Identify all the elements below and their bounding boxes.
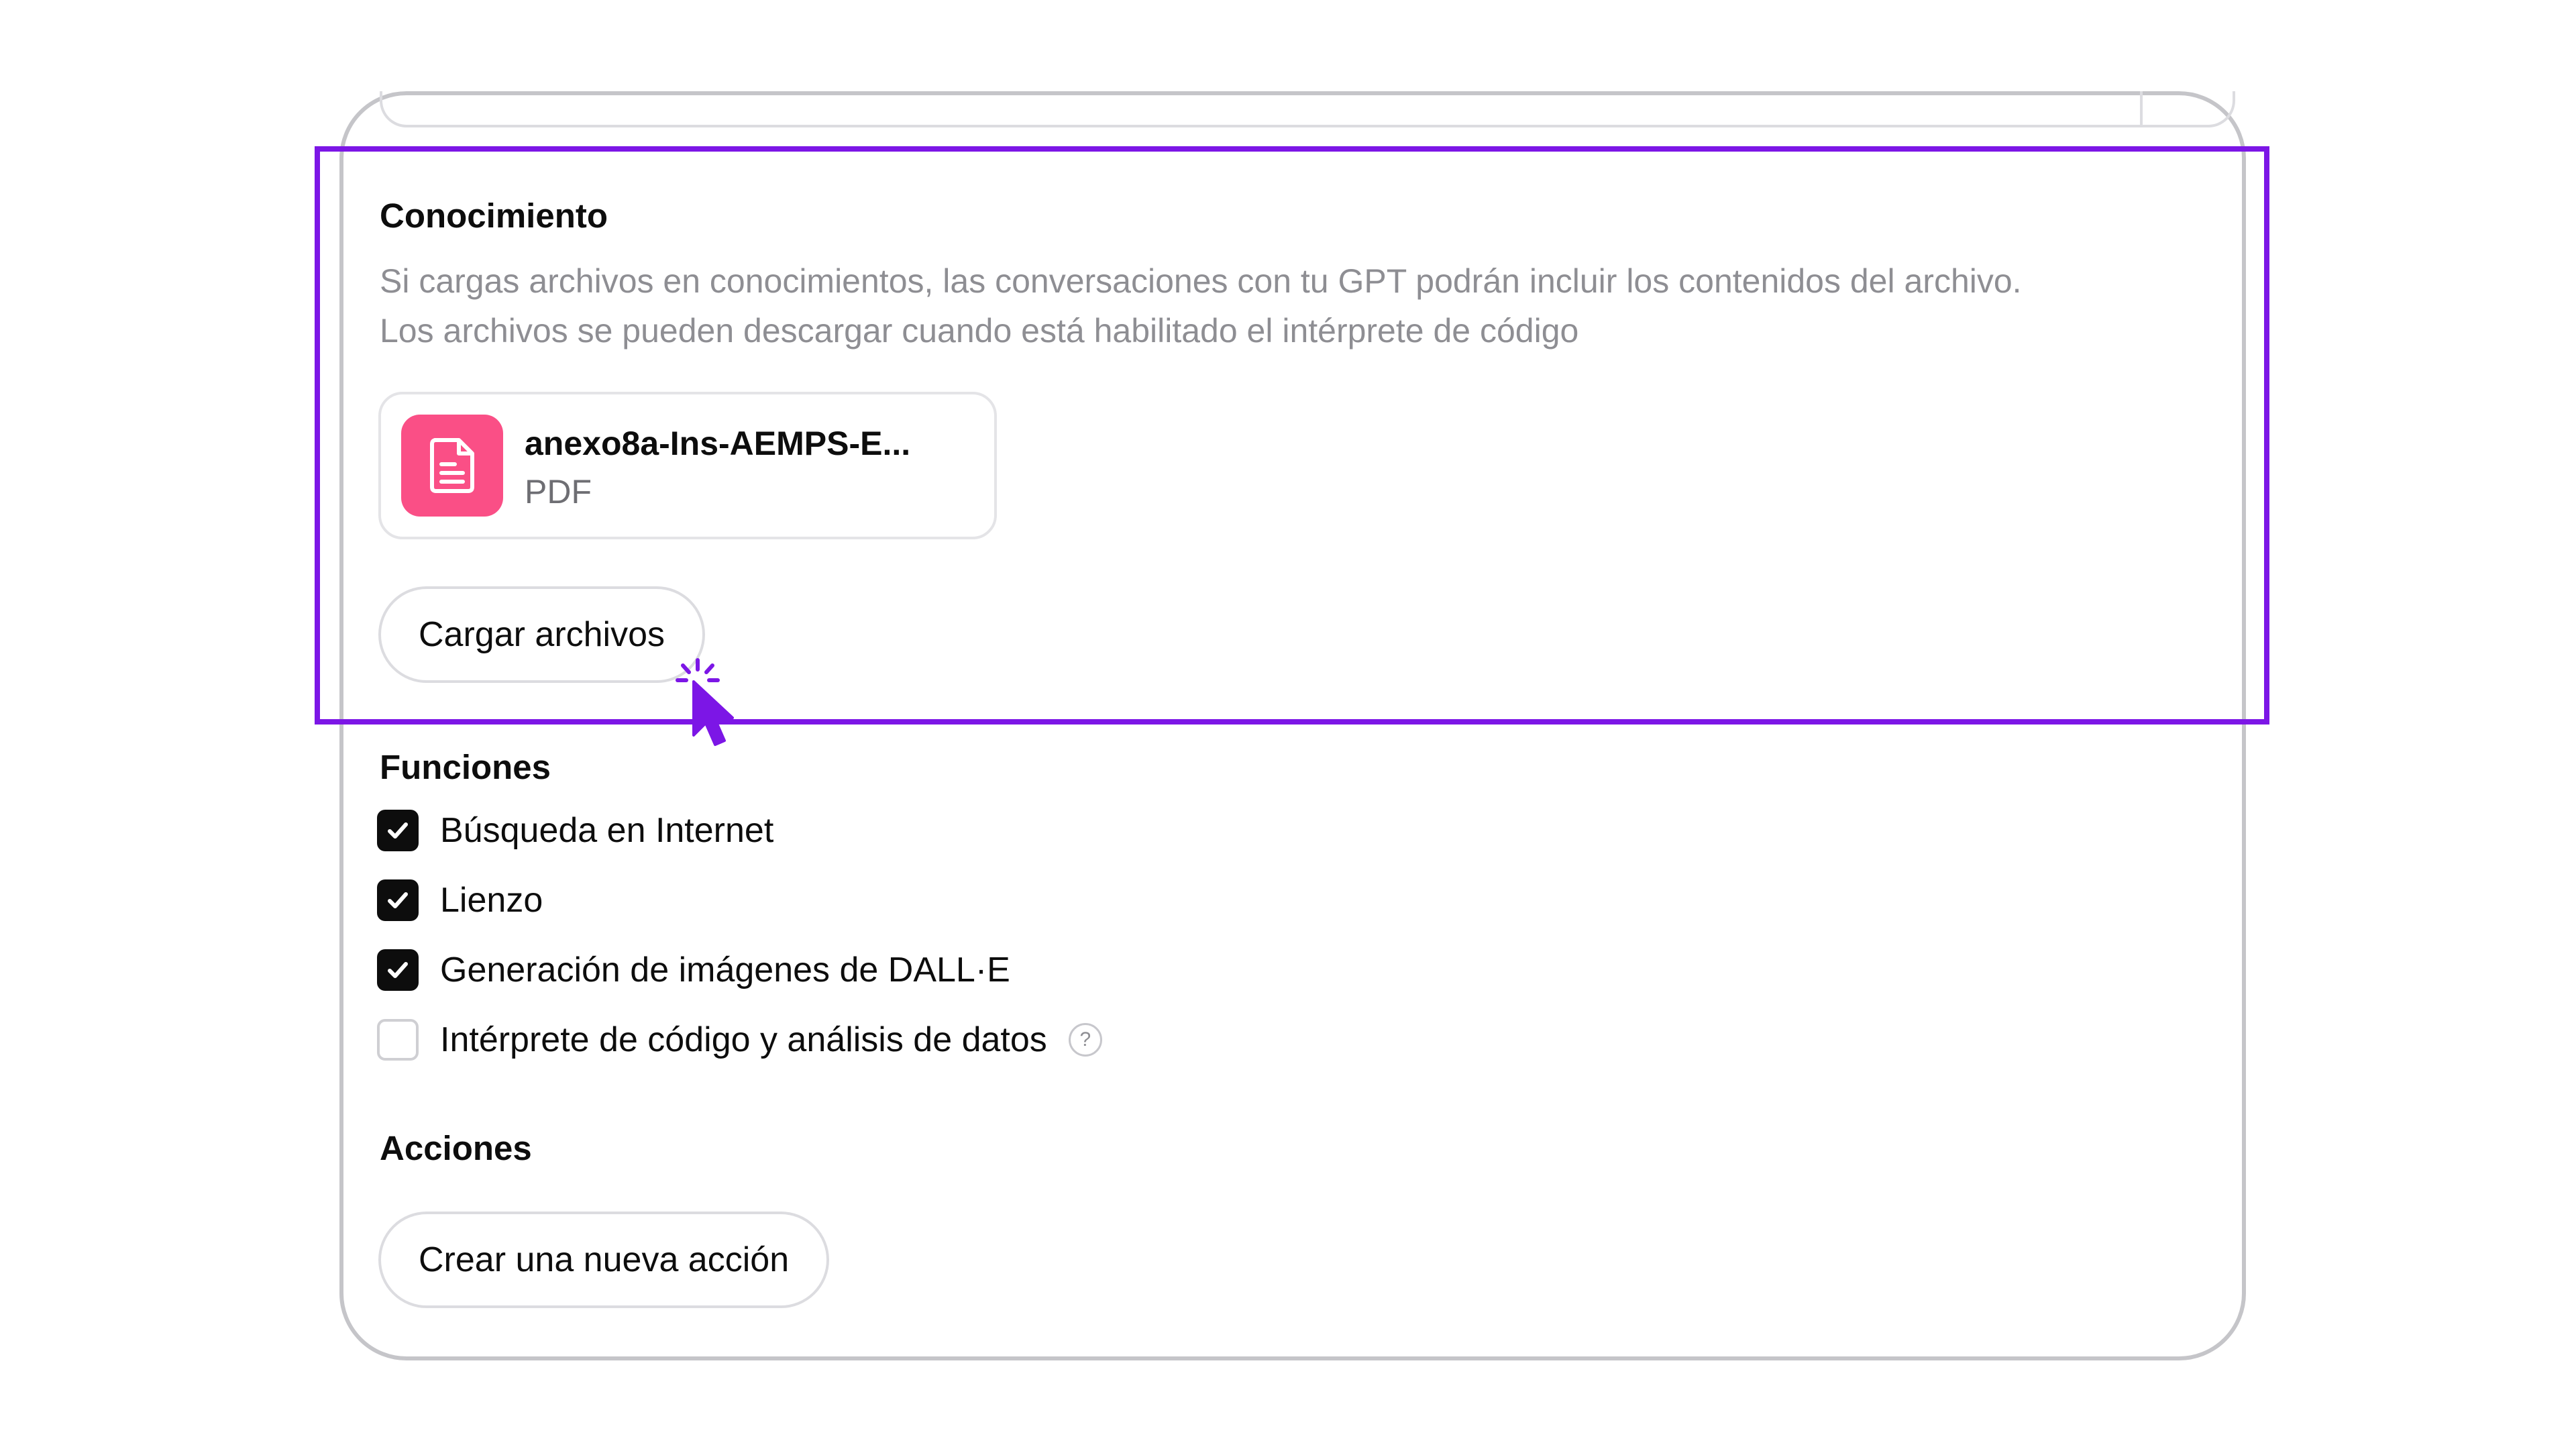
checkbox-unchecked[interactable] [377, 1019, 419, 1061]
document-icon [401, 415, 503, 517]
capabilities-title: Funciones [380, 748, 551, 786]
knowledge-description-line-1: Si cargas archivos en conocimientos, las… [380, 262, 2022, 300]
capability-web-search[interactable]: Búsqueda en Internet [377, 808, 773, 853]
checkbox-checked[interactable] [377, 949, 419, 991]
knowledge-description-line-2: Los archivos se pueden descargar cuando … [380, 312, 1579, 350]
file-name: anexo8a-Ins-AEMPS-E... [525, 425, 911, 462]
checkbox-checked[interactable] [377, 879, 419, 921]
actions-title: Acciones [380, 1129, 532, 1167]
capability-canvas[interactable]: Lienzo [377, 878, 543, 922]
capability-code-interpreter[interactable]: Intérprete de código y análisis de datos… [377, 1018, 1102, 1062]
help-icon[interactable]: ? [1068, 1023, 1102, 1057]
capability-dalle[interactable]: Generación de imágenes de DALL·E [377, 948, 1010, 992]
stage: Conocimiento Si cargas archivos en conoc… [0, 0, 2576, 1449]
checkmark-icon [388, 892, 408, 908]
checkmark-icon [388, 962, 408, 978]
upload-files-button[interactable]: Cargar archivos [378, 586, 706, 683]
capability-label: Lienzo [440, 881, 543, 920]
checkbox-checked[interactable] [377, 810, 419, 851]
knowledge-title: Conocimiento [380, 197, 608, 235]
truncated-input-field[interactable] [380, 91, 2235, 127]
capability-label: Búsqueda en Internet [440, 811, 774, 850]
file-card[interactable]: anexo8a-Ins-AEMPS-E... PDF [378, 392, 997, 539]
checkmark-icon [388, 822, 408, 839]
capability-label: Generación de imágenes de DALL·E [440, 951, 1010, 989]
create-action-button[interactable]: Crear una nueva acción [378, 1212, 830, 1308]
input-divider [2140, 91, 2143, 125]
file-type: PDF [525, 473, 592, 511]
capability-label: Intérprete de código y análisis de datos [440, 1020, 1047, 1059]
